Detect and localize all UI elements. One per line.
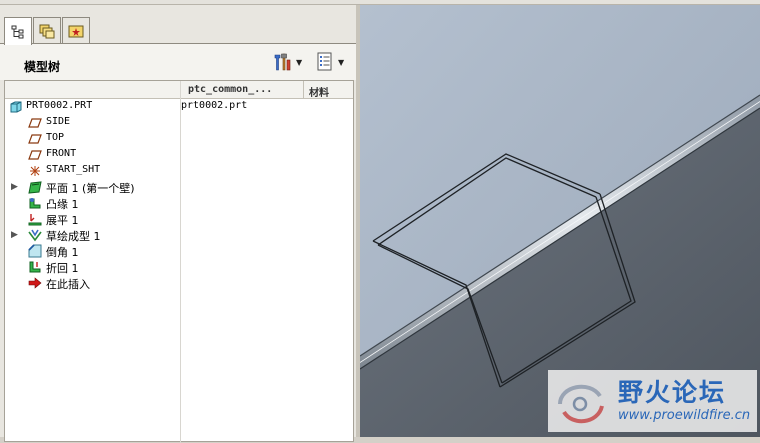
model-tree-header: 模型树 ▼ ▼ bbox=[0, 44, 356, 80]
datum-plane-icon bbox=[28, 134, 42, 144]
watermark-logo: 野火论坛 www.proewildfire.cn bbox=[548, 370, 757, 432]
expand-arrow-icon[interactable]: ▶ bbox=[11, 182, 18, 192]
tree-item[interactable]: ▶ 平面 1 (第一个壁) bbox=[5, 179, 353, 195]
panel-title: 模型树 bbox=[24, 60, 61, 74]
column-divider bbox=[303, 81, 304, 98]
folder-browser-tab[interactable] bbox=[33, 17, 61, 44]
tree-item-label: 在此插入 bbox=[46, 278, 90, 291]
chevron-down-icon: ▼ bbox=[338, 57, 345, 67]
tree-item[interactable]: 在此插入 bbox=[5, 275, 353, 291]
navigator-panel: 模型树 ▼ ▼ ptc_common_... 材料 PRT0002.PRT pr… bbox=[0, 5, 357, 443]
coordinate-system-icon bbox=[30, 166, 40, 176]
insert-here-icon bbox=[28, 277, 42, 289]
datum-plane-icon bbox=[28, 118, 42, 128]
tree-column-header: ptc_common_... 材料 bbox=[5, 81, 353, 99]
expand-arrow-icon[interactable]: ▶ bbox=[11, 230, 18, 240]
datum-plane-icon bbox=[28, 150, 42, 160]
tree-item-label: FRONT bbox=[46, 148, 77, 159]
tree-item-label: 草绘成型 1 bbox=[46, 230, 101, 243]
watermark-url: www.proewildfire.cn bbox=[618, 408, 751, 423]
tree-item-label: START_SHT bbox=[46, 164, 101, 175]
column-header-param[interactable]: ptc_common_... bbox=[188, 84, 272, 95]
tree-item[interactable]: ▶ 草绘成型 1 bbox=[5, 227, 353, 243]
watermark-title: 野火论坛 bbox=[618, 378, 727, 407]
tree-item[interactable]: TOP bbox=[5, 131, 353, 147]
tree-item-label: 折回 1 bbox=[46, 262, 79, 275]
tree-show-button[interactable]: ▼ bbox=[316, 50, 344, 74]
list-icon bbox=[317, 52, 332, 71]
tree-item[interactable]: 倒角 1 bbox=[5, 243, 353, 259]
tree-settings-button[interactable]: ▼ bbox=[272, 50, 302, 74]
chamfer-icon bbox=[28, 244, 42, 258]
tree-item-label: 倒角 1 bbox=[46, 246, 79, 259]
model-tree-icon bbox=[11, 25, 24, 38]
favorites-icon bbox=[68, 25, 84, 38]
tree-item[interactable]: 凸缘 1 bbox=[5, 195, 353, 211]
tree-item[interactable]: 折回 1 bbox=[5, 259, 353, 275]
watermark-swirl-icon bbox=[558, 384, 604, 423]
model-tree[interactable]: ptc_common_... 材料 PRT0002.PRT prt0002.pr… bbox=[4, 80, 354, 443]
tree-root-label: PRT0002.PRT bbox=[26, 100, 93, 111]
tree-item-label: 凸缘 1 bbox=[46, 198, 79, 211]
flange-icon bbox=[29, 198, 41, 209]
tools-icon bbox=[274, 53, 291, 71]
tree-root-param-value: prt0002.prt bbox=[181, 100, 248, 111]
tree-item-label: TOP bbox=[46, 132, 65, 143]
unbend-icon bbox=[28, 214, 42, 226]
planar-wall-icon bbox=[28, 181, 42, 194]
column-header-material[interactable]: 材料 bbox=[309, 84, 329, 99]
part-icon bbox=[10, 101, 22, 113]
tree-item[interactable]: START_SHT bbox=[5, 163, 353, 179]
tree-item[interactable]: SIDE bbox=[5, 115, 353, 131]
folder-browser-icon bbox=[39, 24, 55, 39]
tree-item-label: 平面 1 (第一个壁) bbox=[46, 182, 135, 195]
tree-item[interactable]: 展平 1 bbox=[5, 211, 353, 227]
tree-root-row[interactable]: PRT0002.PRT prt0002.prt bbox=[5, 99, 353, 115]
tree-item-label: 展平 1 bbox=[46, 214, 79, 227]
sketched-form-icon bbox=[28, 229, 42, 242]
bend-back-icon bbox=[29, 261, 41, 273]
tree-item-label: SIDE bbox=[46, 116, 71, 127]
tree-item[interactable]: FRONT bbox=[5, 147, 353, 163]
favorites-tab[interactable] bbox=[62, 17, 90, 44]
chevron-down-icon: ▼ bbox=[296, 57, 303, 67]
model-tree-tab[interactable] bbox=[4, 17, 32, 45]
